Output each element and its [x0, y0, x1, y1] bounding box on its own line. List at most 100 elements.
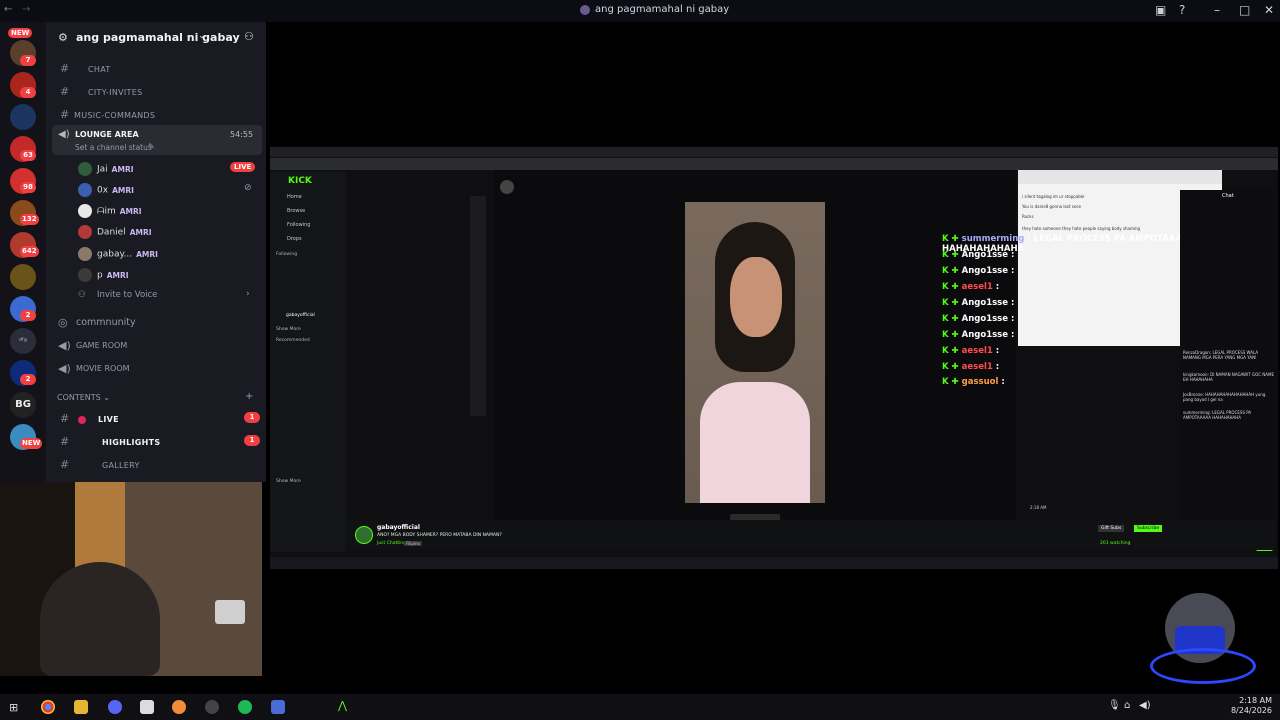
address-bar[interactable]: [270, 158, 1278, 170]
chevron-down-icon[interactable]: ⌄: [198, 31, 206, 41]
channel-music-commands[interactable]: # MUSIC-COMMANDS: [60, 108, 155, 121]
unread-badge: 1: [244, 435, 260, 446]
participant-video: [685, 202, 825, 503]
category-contents[interactable]: CONTENTS ⌄: [57, 393, 110, 402]
invite-to-voice[interactable]: Invite to Voice: [97, 290, 157, 300]
voice-timer: 54:55: [230, 130, 254, 139]
streamer-avatar[interactable]: [355, 526, 373, 544]
add-channel-icon[interactable]: +: [245, 391, 253, 402]
start-icon[interactable]: ⊞: [9, 701, 18, 714]
system-clock[interactable]: 2:18 AM 8/24/2026: [1230, 696, 1272, 716]
voice-user[interactable]: 0x AMRI: [78, 183, 134, 197]
hash-icon: #: [60, 412, 70, 425]
overlay-chat-line: K ✚ aesel1 :: [942, 282, 1000, 292]
network-icon[interactable]: ⌂: [1124, 700, 1130, 711]
server-gear-icon: ⚙: [58, 31, 68, 44]
dawg-logo: [1140, 588, 1260, 706]
deafened-icon: ⊘: [244, 183, 252, 193]
gift-subs-button[interactable]: Gift Subs: [1098, 525, 1125, 532]
chat-message: summerming: LEGAL PROCESS PA AMPOTAAAAA …: [1183, 410, 1252, 420]
kick-chat-panel: [1180, 190, 1276, 550]
streamer-name[interactable]: gabayofficial: [377, 524, 420, 531]
channel-community[interactable]: commnunity: [76, 317, 136, 328]
speaker-icon: ◀): [58, 339, 71, 352]
inbox-icon[interactable]: ▣: [1155, 3, 1166, 17]
avatar: [78, 204, 92, 218]
show-more[interactable]: Show More: [276, 327, 301, 332]
browser-tabs[interactable]: [270, 147, 1278, 157]
live-badge: LIVE: [230, 162, 256, 172]
server-icon[interactable]: BG: [10, 392, 36, 418]
nav-following[interactable]: Following: [287, 222, 310, 228]
voice-user[interactable]: Daniel AMRI: [78, 225, 152, 239]
voice-user[interactable]: ᗩim AMRI: [78, 204, 142, 218]
discord-icon[interactable]: [108, 700, 122, 714]
chrome-icon[interactable]: [41, 700, 55, 714]
browser-icon[interactable]: [172, 700, 186, 714]
spotify-icon[interactable]: [238, 700, 252, 714]
forward-arrow-icon[interactable]: →: [22, 4, 30, 15]
server-name[interactable]: ang pagmamahal ni gabay: [76, 31, 240, 44]
add-member-icon[interactable]: ⚇: [244, 30, 254, 43]
pencil-icon[interactable]: ✎: [148, 142, 155, 151]
notepad-line: i silent tagalog im ur stoppable: [1022, 194, 1085, 199]
channel-live[interactable]: # LIVE: [60, 412, 119, 425]
file-explorer-icon[interactable]: [74, 700, 88, 714]
chat-header: Chat: [1222, 193, 1234, 199]
avatar: [78, 268, 92, 282]
server-icon[interactable]: [10, 104, 36, 130]
face-skin: [730, 257, 782, 337]
unread-badge: 7: [20, 55, 36, 66]
unread-badge: 4: [20, 87, 36, 98]
show-more[interactable]: Show More: [276, 479, 301, 484]
maximize-button[interactable]: □: [1239, 3, 1250, 17]
kick-logo[interactable]: KICK: [288, 176, 312, 186]
inner-clock: 2:18 AM: [1030, 505, 1047, 510]
kick-app-icon[interactable]: ⋀: [338, 699, 347, 712]
close-button[interactable]: ✕: [1264, 3, 1274, 17]
voice-user[interactable]: Jai AMRI: [78, 162, 134, 176]
voice-user[interactable]: gabay... AMRI: [78, 247, 158, 261]
overlay-chat-line: K ✚ Ango1sse :: [942, 330, 1015, 340]
obs-icon[interactable]: [205, 700, 219, 714]
volume-icon[interactable]: ◀): [1139, 700, 1151, 711]
chevron-right-icon[interactable]: ›: [246, 289, 250, 299]
notepad-icon[interactable]: [140, 700, 154, 714]
person-silhouette: [40, 562, 160, 676]
hash-icon: #: [60, 108, 70, 121]
channel-game-room[interactable]: GAME ROOM: [76, 341, 127, 350]
wall-outlet: [215, 600, 245, 624]
server-icon[interactable]: ᵈᶠᵍ: [10, 328, 36, 354]
nav-browse[interactable]: Browse: [287, 208, 305, 214]
minimize-button[interactable]: –: [1214, 3, 1220, 17]
nav-home[interactable]: Home: [287, 194, 302, 200]
help-icon[interactable]: ?: [1179, 3, 1185, 17]
avatar: [78, 162, 92, 176]
chat-message: kingkamoon: DI NAMAN NAGAWIT GOC NAME EH…: [1183, 372, 1274, 382]
channel-chat[interactable]: # CHAT: [60, 62, 111, 75]
webcam-feed: [0, 482, 262, 676]
back-arrow-icon[interactable]: ←: [4, 4, 12, 15]
overlay-chat-line: K ✚ Ango1sse :: [942, 314, 1015, 324]
inner-taskbar: [270, 557, 1278, 569]
subscribe-button[interactable]: Subscribe: [1134, 525, 1163, 532]
hash-icon: #: [60, 62, 70, 75]
avatar: [500, 180, 514, 194]
server-icon[interactable]: [10, 264, 36, 290]
app-icon[interactable]: [271, 700, 285, 714]
channel-status-prompt[interactable]: Set a channel status: [75, 143, 152, 152]
followed-channel[interactable]: gabayofficial: [286, 313, 315, 318]
channel-highlights[interactable]: # HIGHLIGHTS: [60, 435, 161, 448]
voice-user[interactable]: p AMRI: [78, 268, 129, 282]
forum-icon: ◎: [58, 316, 68, 329]
unread-badge: 2: [20, 310, 36, 321]
taskbar: [0, 694, 1280, 720]
channel-movie-room[interactable]: MOVIE ROOM: [76, 364, 130, 373]
avatar: [78, 183, 92, 197]
nav-drops[interactable]: Drops: [287, 236, 302, 242]
channel-gallery[interactable]: # GALLERY: [60, 458, 140, 471]
stream-category[interactable]: Just Chatting: [377, 541, 406, 546]
notepad-line: they hate someone they hate people sayin…: [1022, 226, 1141, 231]
channel-city-invites[interactable]: # CITY-INVITES: [60, 85, 142, 98]
microphone-icon[interactable]: 🎙: [1108, 700, 1121, 711]
